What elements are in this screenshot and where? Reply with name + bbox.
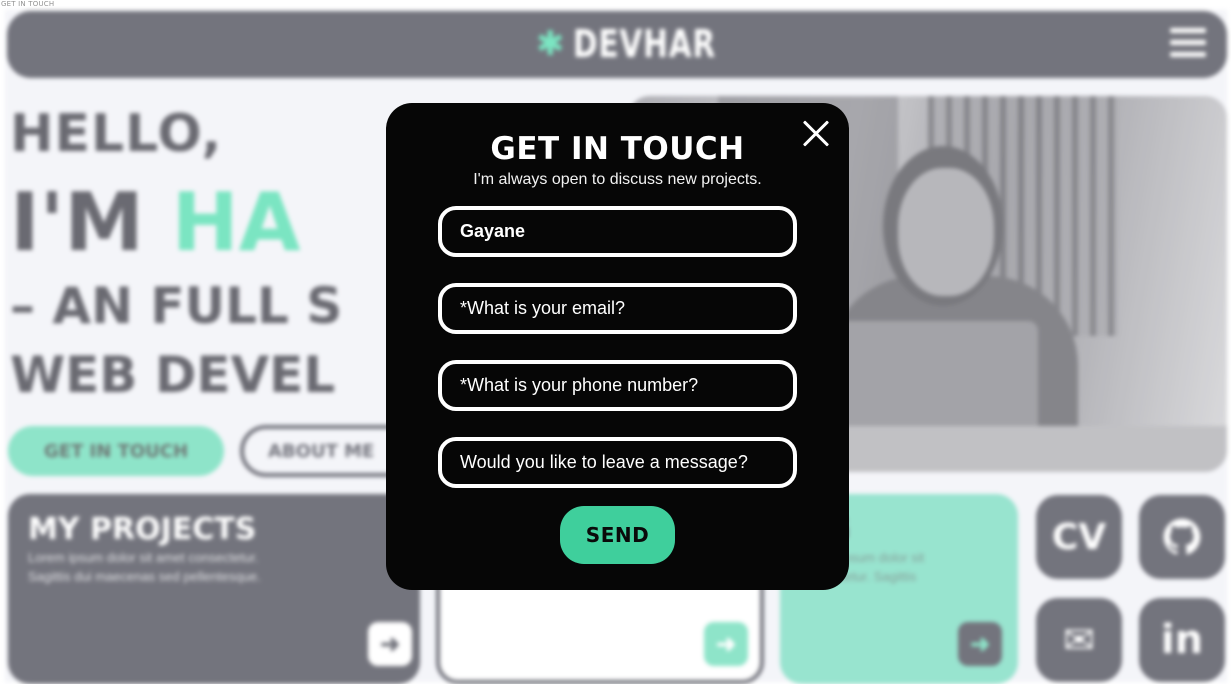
message-field[interactable]: [438, 437, 797, 488]
email-field[interactable]: [438, 283, 797, 334]
name-field[interactable]: [438, 206, 797, 257]
modal-title: GET IN TOUCH: [490, 131, 745, 167]
send-button[interactable]: SEND: [560, 506, 675, 564]
modal-subtitle: I'm always open to discuss new projects.: [473, 171, 762, 188]
contact-modal: GET IN TOUCH I'm always open to discuss …: [386, 103, 849, 590]
phone-field[interactable]: [438, 360, 797, 411]
